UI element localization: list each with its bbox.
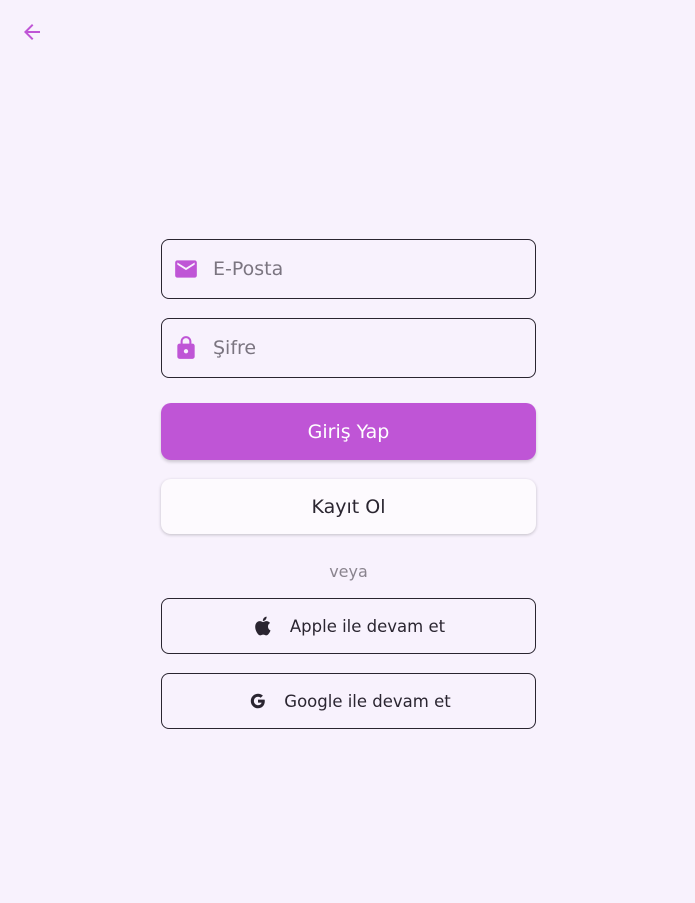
google-signin-label: Google ile devam et [284,691,451,711]
password-input[interactable] [211,318,515,378]
password-field[interactable] [161,318,536,378]
back-button[interactable] [12,14,52,54]
email-field[interactable] [161,239,536,299]
apple-signin-button[interactable]: Apple ile devam et [161,598,536,654]
mail-icon [173,256,199,282]
or-divider-text: veya [329,562,368,581]
login-button[interactable]: Giriş Yap [161,403,536,460]
google-icon [246,689,270,713]
arrow-left-icon [20,20,44,48]
login-form: Giriş Yap Kayıt Ol veya Apple ile devam … [161,239,536,729]
google-signin-button[interactable]: Google ile devam et [161,673,536,729]
apple-icon [252,614,276,638]
register-button[interactable]: Kayıt Ol [161,479,536,534]
apple-signin-label: Apple ile devam et [289,616,446,636]
login-screen: Giriş Yap Kayıt Ol veya Apple ile devam … [0,0,695,903]
lock-icon [173,335,199,361]
email-input[interactable] [211,239,515,299]
